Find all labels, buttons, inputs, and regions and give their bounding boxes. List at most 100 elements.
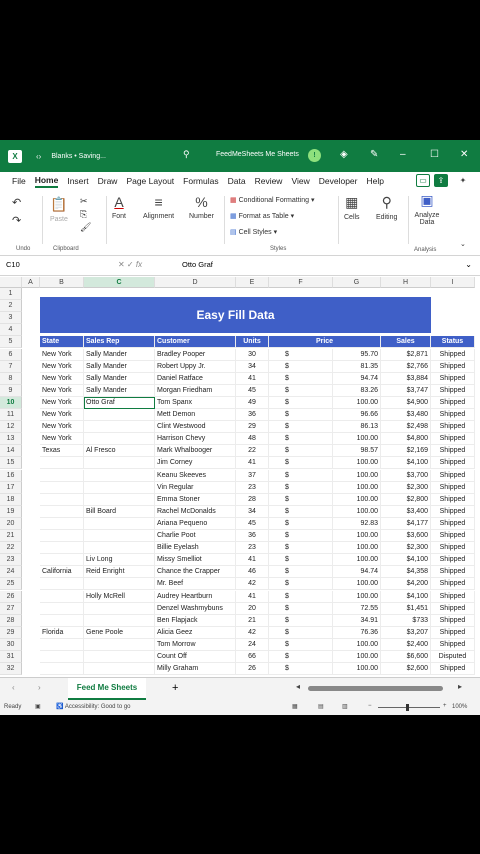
cell-styles-button[interactable]: ▤ Cell Styles ▾: [230, 228, 277, 236]
table-cell[interactable]: $4,177: [381, 517, 431, 530]
row-header[interactable]: 15: [0, 457, 22, 470]
format-painter-icon[interactable]: 🖌: [80, 222, 91, 233]
table-cell[interactable]: $3,400: [381, 505, 431, 518]
sheet-tab-feed-me-sheets[interactable]: Feed Me Sheets: [68, 678, 146, 700]
table-cell[interactable]: 96.66: [333, 409, 381, 422]
row-header[interactable]: 23: [0, 554, 22, 567]
macro-icon[interactable]: ▣: [35, 703, 41, 710]
undo-icon[interactable]: ↶: [12, 196, 21, 209]
table-cell[interactable]: 100.00: [333, 481, 381, 494]
table-cell[interactable]: 100.00: [333, 396, 381, 409]
analyze-data-button[interactable]: ▣ Analyze Data: [412, 192, 442, 226]
table-cell[interactable]: 29: [236, 421, 269, 434]
table-cell[interactable]: 100.00: [333, 663, 381, 676]
table-cell[interactable]: $2,400: [381, 638, 431, 651]
table-cell[interactable]: [84, 493, 155, 506]
zoom-in-icon[interactable]: +: [443, 703, 447, 709]
fx-icon[interactable]: fx: [136, 260, 142, 269]
table-cell[interactable]: Mr. Beef: [155, 578, 236, 591]
table-cell[interactable]: 76.36: [333, 626, 381, 639]
paste-button[interactable]: 📋 Paste: [50, 196, 68, 223]
table-cell[interactable]: $: [269, 614, 333, 627]
table-cell[interactable]: Reid Enright: [84, 566, 155, 579]
table-cell[interactable]: Shipped: [431, 433, 475, 446]
table-cell[interactable]: Shipped: [431, 530, 475, 543]
table-cell[interactable]: $4,200: [381, 578, 431, 591]
document-status[interactable]: Blanks • Saving...: [51, 153, 106, 160]
table-cell[interactable]: [84, 602, 155, 615]
table-cell[interactable]: [84, 481, 155, 494]
table-cell[interactable]: Shipped: [431, 566, 475, 579]
table-cell[interactable]: [40, 530, 84, 543]
row-header[interactable]: 17: [0, 481, 22, 494]
table-cell[interactable]: 37: [236, 469, 269, 482]
table-cell[interactable]: $3,600: [381, 530, 431, 543]
table-cell[interactable]: Ben Flapjack: [155, 614, 236, 627]
row-header[interactable]: 16: [0, 469, 22, 482]
table-cell[interactable]: Count Off: [155, 651, 236, 664]
table-cell[interactable]: Shipped: [431, 638, 475, 651]
table-cell[interactable]: Shipped: [431, 626, 475, 639]
table-cell[interactable]: Shipped: [431, 493, 475, 506]
page-break-view-icon[interactable]: ▥: [342, 703, 348, 710]
table-cell[interactable]: 42: [236, 626, 269, 639]
menu-formulas[interactable]: Formulas: [183, 176, 218, 186]
table-cell[interactable]: 46: [236, 566, 269, 579]
table-cell[interactable]: 20: [236, 602, 269, 615]
row-header[interactable]: 28: [0, 614, 22, 627]
spreadsheet-grid[interactable]: A B C D E F G H I 1 2 3 4 5 6 7 8 9 10 11 12 13 14 15 16 17 18 19 20…: [0, 277, 480, 677]
table-cell[interactable]: 100.00: [333, 530, 381, 543]
row-header[interactable]: 26: [0, 590, 22, 603]
table-cell[interactable]: 94.74: [333, 566, 381, 579]
table-cell[interactable]: New York: [40, 348, 84, 361]
table-cell[interactable]: $4,100: [381, 554, 431, 567]
table-cell[interactable]: Missy Smelliot: [155, 554, 236, 567]
row-header[interactable]: 29: [0, 626, 22, 639]
table-cell[interactable]: [40, 517, 84, 530]
table-cell[interactable]: 30: [236, 348, 269, 361]
table-cell[interactable]: 28: [236, 493, 269, 506]
diamond-icon[interactable]: ◈: [340, 149, 348, 160]
row-header[interactable]: 14: [0, 445, 22, 458]
table-cell[interactable]: $2,498: [381, 421, 431, 434]
editing-button[interactable]: ⚲ Editing: [376, 194, 397, 221]
table-cell[interactable]: [40, 469, 84, 482]
table-cell[interactable]: Texas: [40, 445, 84, 458]
column-header-a[interactable]: A: [22, 277, 40, 288]
zoom-out-icon[interactable]: −: [368, 703, 372, 709]
table-cell[interactable]: [40, 651, 84, 664]
table-cell[interactable]: New York: [40, 433, 84, 446]
table-cell[interactable]: 95.70: [333, 348, 381, 361]
format-as-table-button[interactable]: ▦ Format as Table ▾: [230, 212, 294, 220]
table-cell[interactable]: 36: [236, 530, 269, 543]
table-cell[interactable]: $: [269, 566, 333, 579]
table-cell[interactable]: Harrison Chevy: [155, 433, 236, 446]
table-cell[interactable]: [84, 530, 155, 543]
row-header[interactable]: 11: [0, 409, 22, 422]
table-cell[interactable]: Shipped: [431, 590, 475, 603]
table-cell[interactable]: $2,871: [381, 348, 431, 361]
row-header[interactable]: 27: [0, 602, 22, 615]
table-cell[interactable]: 100.00: [333, 505, 381, 518]
table-cell[interactable]: 100.00: [333, 457, 381, 470]
table-cell[interactable]: [84, 469, 155, 482]
menu-help[interactable]: Help: [366, 176, 383, 186]
table-cell[interactable]: $: [269, 481, 333, 494]
row-header[interactable]: 3: [0, 312, 22, 325]
table-cell[interactable]: New York: [40, 409, 84, 422]
table-cell[interactable]: 100.00: [333, 554, 381, 567]
table-cell[interactable]: [84, 663, 155, 676]
table-cell[interactable]: 41: [236, 590, 269, 603]
table-cell[interactable]: Mett Demon: [155, 409, 236, 422]
table-cell[interactable]: $2,300: [381, 481, 431, 494]
table-cell[interactable]: $: [269, 651, 333, 664]
table-cell[interactable]: Shipped: [431, 469, 475, 482]
pen-icon[interactable]: ✎: [370, 149, 378, 160]
copy-icon[interactable]: ⎘: [80, 209, 87, 220]
table-cell[interactable]: $3,884: [381, 372, 431, 385]
share-icon[interactable]: ⇪: [434, 174, 448, 187]
table-cell[interactable]: [84, 457, 155, 470]
column-header-f[interactable]: F: [269, 277, 333, 288]
table-header-cell[interactable]: Sales Rep: [84, 336, 155, 349]
row-header[interactable]: 8: [0, 372, 22, 385]
